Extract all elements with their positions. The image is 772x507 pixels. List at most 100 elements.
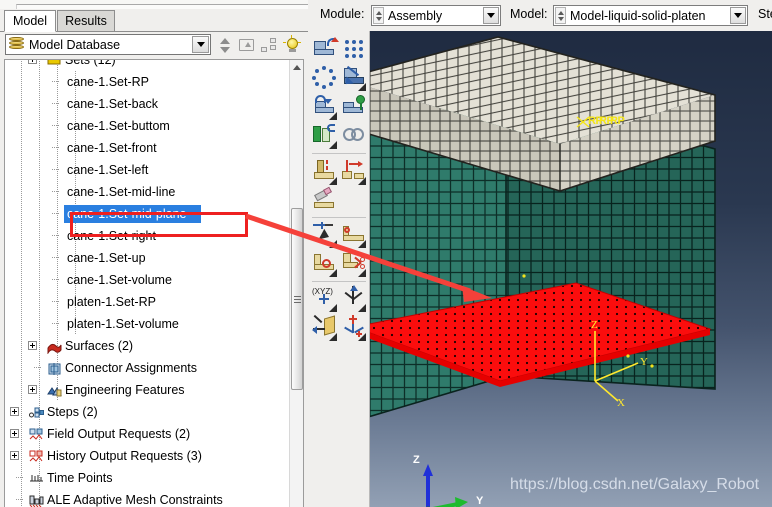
- tree-guide-line: [39, 225, 40, 247]
- tree-item-label: Steps (2): [47, 405, 98, 419]
- module-combo[interactable]: Assembly: [371, 5, 501, 26]
- model-spinner-icon[interactable]: [555, 7, 566, 24]
- linear-pattern-icon[interactable]: [340, 35, 368, 63]
- tree-connector-line: [52, 235, 60, 236]
- tree-item-sets-12[interactable]: Sets (12): [5, 60, 291, 71]
- translate-instance-icon[interactable]: [340, 64, 368, 92]
- tree-item-platen-1-set-volume[interactable]: platen-1.Set-volume: [5, 313, 291, 335]
- tree-item-ale-adaptive-mesh-constraints[interactable]: ALE Adaptive Mesh Constraints: [5, 489, 291, 507]
- tree-connector-line: [52, 323, 60, 324]
- tree-expander-plus-icon[interactable]: [28, 341, 37, 350]
- model-combo[interactable]: Model-liquid-solid-platen: [553, 5, 748, 26]
- graphics-viewport[interactable]: Z Y X RP RP RP Z Y X https://blog.csdn.n…: [370, 31, 772, 507]
- remove-constraint-icon[interactable]: [311, 186, 339, 215]
- ale-mesh-icon: [29, 493, 44, 507]
- database-icon: [8, 37, 26, 52]
- boolean-instances-icon[interactable]: [340, 122, 368, 150]
- tree-item-connector-assignments[interactable]: Connector Assignments: [5, 357, 291, 379]
- tree-guide-line: [39, 137, 40, 159]
- hierarchy-icon[interactable]: [260, 36, 278, 54]
- dropdown-arrow-icon[interactable]: [192, 36, 209, 53]
- query-icon[interactable]: [311, 221, 339, 249]
- surfaces-icon: [47, 339, 62, 355]
- tree-item-cane-1-set-mid-line[interactable]: cane-1.Set-mid-line: [5, 181, 291, 203]
- tree-guide-line: [39, 203, 40, 225]
- field-output-icon: [29, 427, 44, 441]
- tree-connector-line: [52, 257, 60, 258]
- tree-guide-line: [39, 335, 40, 357]
- tree-expander-plus-icon[interactable]: [10, 429, 19, 438]
- tree-guide-line: [57, 291, 58, 313]
- sets-icon: [47, 60, 62, 67]
- tree-item-time-points[interactable]: Time Points: [5, 467, 291, 489]
- create-datum-plane-icon[interactable]: [311, 314, 339, 342]
- tree-expander-plus-icon[interactable]: [28, 385, 37, 394]
- tree-item-cane-1-set-rp[interactable]: cane-1.Set-RP: [5, 71, 291, 93]
- tree-guide-line: [21, 247, 22, 269]
- module-dropdown-arrow-icon[interactable]: [483, 7, 499, 24]
- create-constraint-face-to-face-icon[interactable]: [311, 158, 339, 186]
- tree-guide-line: [57, 247, 58, 269]
- tree-item-label: Engineering Features: [65, 383, 185, 397]
- tree-guide-line: [21, 269, 22, 291]
- history-output-icon: [29, 449, 44, 463]
- scroll-up-arrow-icon[interactable]: [293, 65, 301, 70]
- model-dropdown-arrow-icon[interactable]: [730, 7, 746, 24]
- connector-icon: [47, 361, 62, 375]
- spinner-icon[interactable]: [216, 36, 234, 54]
- create-set-icon[interactable]: [311, 250, 339, 278]
- tree-item-history-output-requests-3[interactable]: History Output Requests (3): [5, 445, 291, 467]
- tab-results[interactable]: Results: [57, 10, 115, 31]
- tree-item-label: Connector Assignments: [65, 361, 198, 375]
- create-datum-axis-icon[interactable]: [340, 285, 368, 313]
- tree-item-cane-1-set-right[interactable]: cane-1.Set-right: [5, 225, 291, 247]
- create-datum-point-offset-icon[interactable]: [340, 314, 368, 342]
- tree-item-cane-1-set-front[interactable]: cane-1.Set-front: [5, 137, 291, 159]
- create-constraint-edge-to-edge-icon[interactable]: [340, 158, 368, 186]
- tree-item-engineering-features[interactable]: Engineering Features: [5, 379, 291, 401]
- tree-guide-line: [57, 159, 58, 181]
- model-database-combo[interactable]: Model Database: [5, 34, 211, 55]
- tree-item-cane-1-set-up[interactable]: cane-1.Set-up: [5, 247, 291, 269]
- create-instance-icon[interactable]: [311, 35, 339, 63]
- translate-to-icon[interactable]: [340, 93, 368, 121]
- tree-connector-line: [52, 169, 60, 170]
- tree-item-cane-1-set-buttom[interactable]: cane-1.Set-buttom: [5, 115, 291, 137]
- partition-cut-icon[interactable]: [340, 250, 368, 278]
- create-datum-csys-xyz-icon[interactable]: (XYZ): [311, 285, 339, 313]
- tree-guide-line: [21, 203, 22, 225]
- module-spinner-icon[interactable]: [373, 7, 384, 24]
- tree-item-cane-1-set-back[interactable]: cane-1.Set-back: [5, 93, 291, 115]
- tree-item-field-output-requests-2[interactable]: Field Output Requests (2): [5, 423, 291, 445]
- tree-connector-line: [52, 213, 60, 214]
- tree-item-surfaces-2[interactable]: Surfaces (2): [5, 335, 291, 357]
- tree-guide-line: [21, 489, 22, 507]
- tree-expander-plus-icon[interactable]: [10, 407, 19, 416]
- tree-item-platen-1-set-rp[interactable]: platen-1.Set-RP: [5, 291, 291, 313]
- tree-item-cane-1-set-left[interactable]: cane-1.Set-left: [5, 159, 291, 181]
- tree-vertical-scrollbar[interactable]: [289, 60, 303, 507]
- tab-model[interactable]: Model: [4, 10, 56, 32]
- scrollbar-grip-icon: [294, 296, 301, 303]
- tree-item-cane-1-set-mid-plane[interactable]: cane-1.Set-mid-plane: [5, 203, 291, 225]
- tree-guide-line: [39, 357, 40, 379]
- tree-guide-line: [39, 181, 40, 203]
- radial-pattern-icon[interactable]: [311, 64, 339, 92]
- merge-cut-instances-icon[interactable]: [311, 122, 339, 150]
- tree-expander-plus-icon[interactable]: [28, 60, 37, 64]
- model-tree[interactable]: Sets (12) cane-1.Set-RP cane-1.Set-back can…: [4, 59, 304, 507]
- assembly-module-toolbox: (XYZ): [308, 31, 370, 507]
- tree-guide-line: [21, 313, 22, 335]
- folder-up-icon[interactable]: [238, 36, 256, 54]
- view-orientation-triad: [423, 464, 468, 507]
- rotate-instance-icon[interactable]: [311, 93, 339, 121]
- tree-item-steps-2[interactable]: Steps (2): [5, 401, 291, 423]
- tree-guide-line: [39, 93, 40, 115]
- tree-connector-line: [52, 81, 60, 82]
- create-datum-point-icon[interactable]: [340, 221, 368, 249]
- lightbulb-icon[interactable]: [283, 35, 301, 54]
- tree-guide-line: [39, 247, 40, 269]
- tree-item-cane-1-set-volume[interactable]: cane-1.Set-volume: [5, 269, 291, 291]
- tree-expander-plus-icon[interactable]: [10, 451, 19, 460]
- scrollbar-thumb[interactable]: [291, 208, 303, 390]
